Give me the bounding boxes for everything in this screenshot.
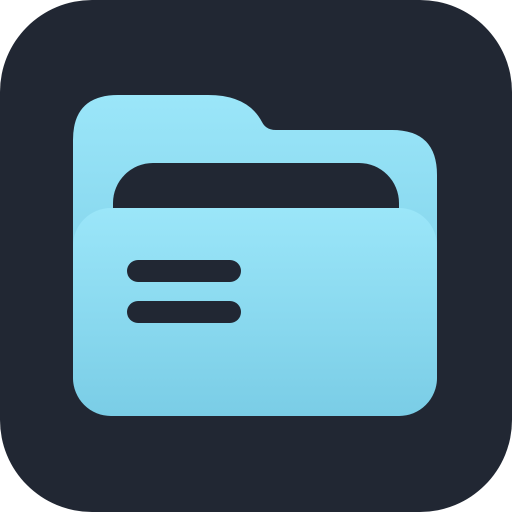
folder-line-top xyxy=(127,260,241,282)
app-icon[interactable] xyxy=(0,0,512,512)
app-icon-svg xyxy=(0,0,512,512)
folder-line-bottom xyxy=(127,301,241,323)
